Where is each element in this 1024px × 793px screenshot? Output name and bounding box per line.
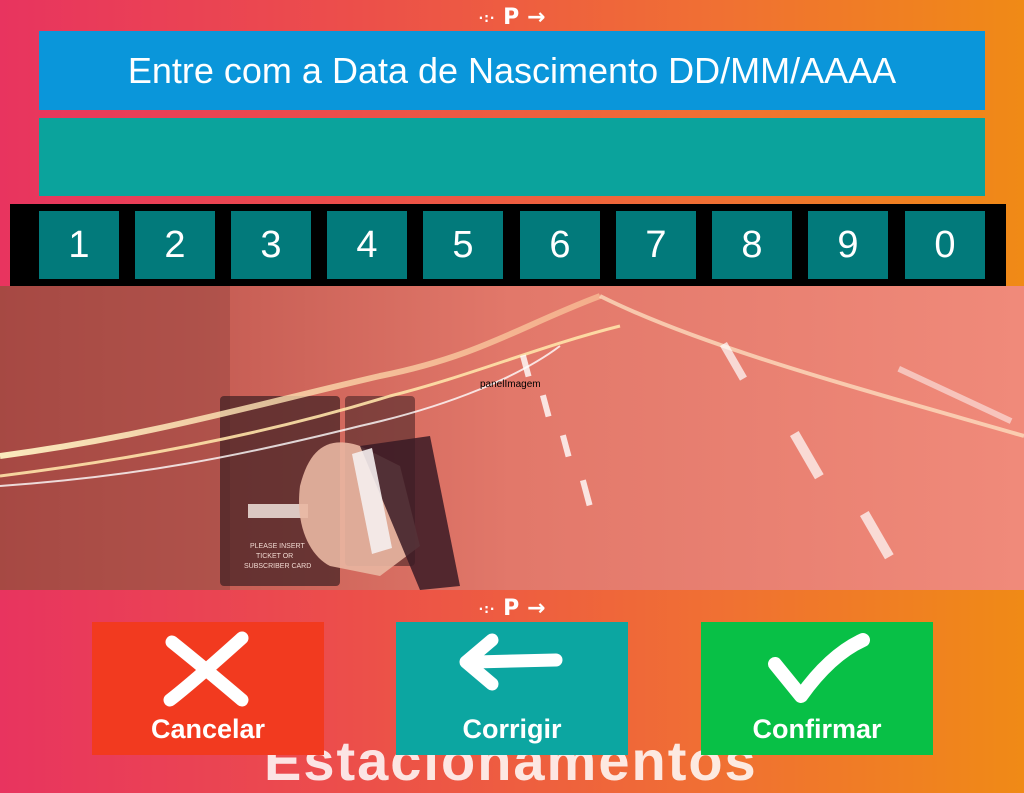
date-input-display[interactable] [39,118,985,196]
logo-mark-bottom: P [503,596,520,621]
key-4[interactable]: 4 [327,211,407,279]
close-icon [163,631,249,707]
logo-dots-bottom: ·:· [478,602,496,616]
parking-ticket-photo: PLEASE INSERT TICKET OR SUBSCRIBER CARD [0,286,1024,590]
brand-logo-bottom: ·:· P → [0,597,1024,621]
numeric-keypad: 1 2 3 4 5 6 7 8 9 0 [10,204,1006,286]
correct-button[interactable]: Corrigir [396,622,628,755]
key-5[interactable]: 5 [423,211,503,279]
brand-logo-top: ·:· P → [0,6,1024,30]
panel-image: PLEASE INSERT TICKET OR SUBSCRIBER CARD … [0,286,1024,590]
key-3[interactable]: 3 [231,211,311,279]
cancel-button[interactable]: Cancelar [92,622,324,755]
prompt-title: Entre com a Data de Nascimento DD/MM/AAA… [39,31,985,110]
svg-text:PLEASE INSERT: PLEASE INSERT [250,543,305,550]
confirm-label: Confirmar [752,714,882,744]
arrow-left-icon [459,633,563,691]
key-2[interactable]: 2 [135,211,215,279]
key-9[interactable]: 9 [808,211,888,279]
logo-dots: ·:· [478,11,496,25]
key-8[interactable]: 8 [712,211,792,279]
confirm-button[interactable]: Confirmar [701,622,933,755]
logo-arrow: → [526,5,546,30]
key-6[interactable]: 6 [520,211,600,279]
key-1[interactable]: 1 [39,211,119,279]
logo-arrow-bottom: → [526,596,546,621]
svg-text:TICKET OR: TICKET OR [256,553,293,560]
checkmark-icon [768,633,870,703]
svg-text:SUBSCRIBER CARD: SUBSCRIBER CARD [244,563,311,570]
key-7[interactable]: 7 [616,211,696,279]
correct-label: Corrigir [462,714,562,744]
cancel-label: Cancelar [150,714,266,744]
key-0[interactable]: 0 [905,211,985,279]
logo-mark: P [503,5,520,30]
panel-image-label: panelImagem [480,379,541,390]
